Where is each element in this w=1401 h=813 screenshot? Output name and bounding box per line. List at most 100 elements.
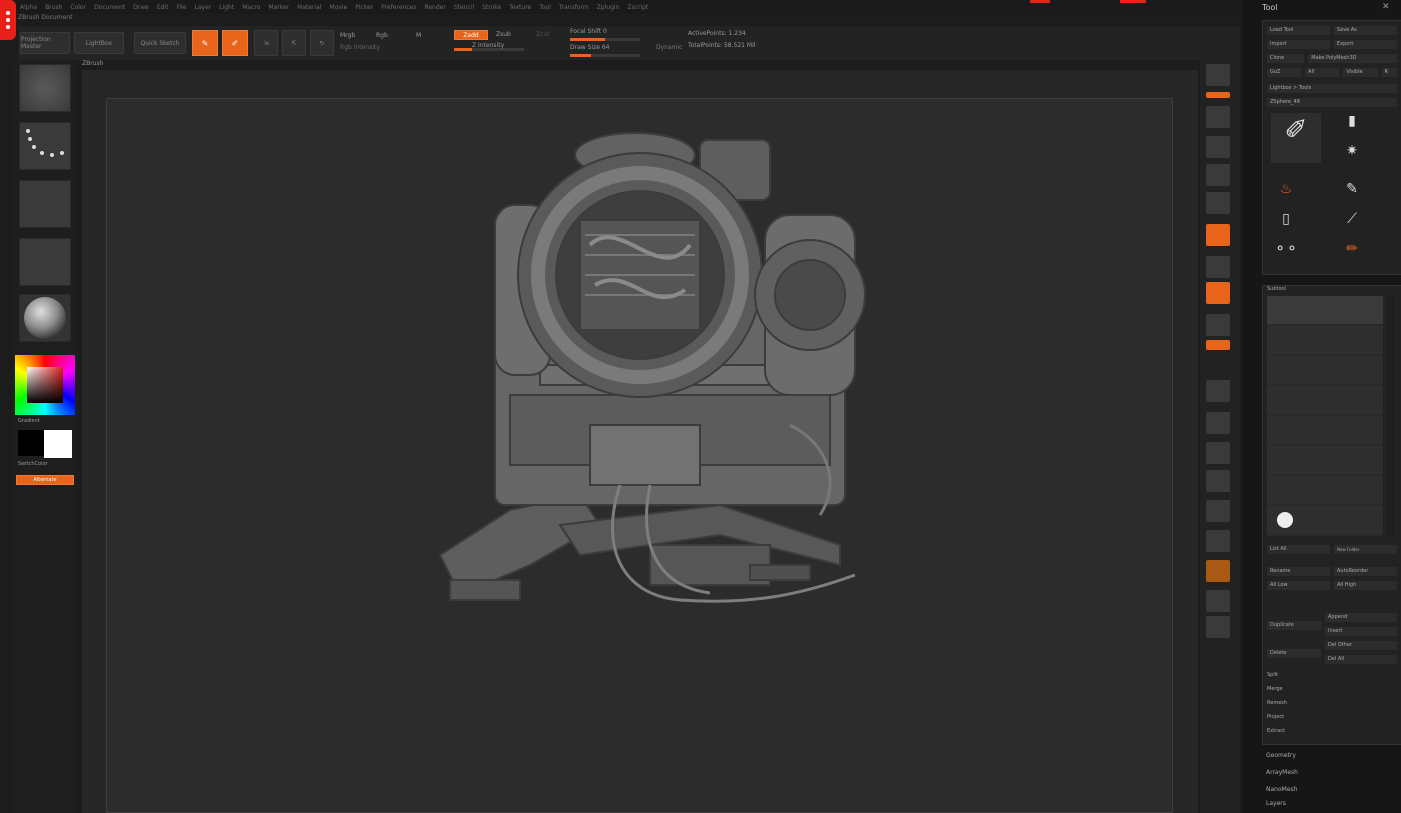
- scale-icon[interactable]: [1206, 442, 1230, 464]
- lsym-icon[interactable]: [1206, 314, 1230, 336]
- visible-button[interactable]: Visible: [1343, 67, 1378, 77]
- goz-button[interactable]: GoZ: [1267, 67, 1302, 77]
- tool-tile-spheres[interactable]: ⚬⚬: [1271, 241, 1301, 267]
- mrgb-toggle[interactable]: Mrgb: [340, 32, 355, 39]
- subtool-scrollbar[interactable]: [1387, 296, 1395, 536]
- alpha-thumbnail[interactable]: [19, 180, 71, 228]
- ghost-icon[interactable]: [1206, 590, 1230, 612]
- secondary-color-swatch[interactable]: [18, 430, 44, 456]
- menu-movie[interactable]: Movie: [330, 4, 348, 11]
- rotate-icon[interactable]: [1206, 470, 1230, 492]
- texture-thumbnail[interactable]: [19, 238, 71, 286]
- color-picker[interactable]: [15, 355, 75, 415]
- nanomesh-section[interactable]: NanoMesh: [1266, 786, 1297, 793]
- zadd-toggle[interactable]: Zadd: [454, 30, 488, 40]
- menu-material[interactable]: Material: [297, 4, 321, 11]
- actual-icon[interactable]: [1206, 164, 1230, 186]
- subtool-item[interactable]: [1267, 296, 1383, 324]
- subtool-item[interactable]: [1267, 446, 1383, 474]
- subtool-item[interactable]: [1267, 356, 1383, 384]
- canvas-tab[interactable]: ZBrush: [82, 60, 103, 67]
- menu-texture[interactable]: Texture: [509, 4, 531, 11]
- m-toggle[interactable]: M: [416, 32, 421, 39]
- menu-zscript[interactable]: Zscript: [627, 4, 648, 11]
- save-as-button[interactable]: Save As: [1334, 25, 1397, 35]
- rotate-button[interactable]: ↻: [310, 30, 334, 56]
- menu-document[interactable]: Document: [94, 4, 125, 11]
- tool-tile-star[interactable]: ✷: [1337, 143, 1367, 169]
- del-all-button[interactable]: Del All: [1325, 654, 1397, 664]
- menu-file[interactable]: File: [176, 4, 186, 11]
- rename-button[interactable]: Rename: [1267, 566, 1330, 576]
- local-icon[interactable]: [1206, 282, 1230, 304]
- project-label[interactable]: Project: [1267, 714, 1284, 720]
- tool-tile-cylinder[interactable]: ▮: [1337, 113, 1367, 139]
- menu-zplugin[interactable]: Zplugin: [597, 4, 620, 11]
- alternate-button[interactable]: Alternate: [16, 475, 74, 485]
- menu-alpha[interactable]: Alpha: [20, 4, 37, 11]
- subtool-item[interactable]: [1267, 326, 1383, 354]
- aahalf-icon[interactable]: [1206, 192, 1230, 214]
- subtool-item[interactable]: [1267, 476, 1383, 504]
- new-folder-button[interactable]: New Folder: [1334, 544, 1397, 554]
- color-square[interactable]: [27, 367, 63, 403]
- menu-draw[interactable]: Draw: [133, 4, 149, 11]
- move-button[interactable]: ⇲: [254, 30, 278, 56]
- r-button[interactable]: R: [1381, 67, 1397, 77]
- geometry-section[interactable]: Geometry: [1266, 752, 1296, 759]
- stroke-thumbnail[interactable]: [19, 122, 71, 170]
- layers-section[interactable]: Layers: [1266, 800, 1286, 807]
- transp-icon[interactable]: [1206, 560, 1230, 582]
- xyz-icon[interactable]: [1206, 340, 1230, 350]
- tool-tile-capsule[interactable]: ▯: [1271, 211, 1301, 237]
- mech-model-render[interactable]: [420, 125, 870, 620]
- menu-layer[interactable]: Layer: [195, 4, 212, 11]
- menu-stencil[interactable]: Stencil: [454, 4, 474, 11]
- merge-label[interactable]: Merge: [1267, 686, 1283, 692]
- draw-size-slider[interactable]: [570, 54, 640, 57]
- tool-tile-knife[interactable]: ⟋: [1337, 211, 1367, 237]
- menu-stroke[interactable]: Stroke: [482, 4, 501, 11]
- clone-button[interactable]: Clone: [1267, 53, 1305, 63]
- menu-edit[interactable]: Edit: [157, 4, 169, 11]
- menu-transform[interactable]: Transform: [559, 4, 589, 11]
- subtool-list[interactable]: [1267, 296, 1383, 536]
- scroll-icon[interactable]: [1206, 106, 1230, 128]
- zcut-toggle[interactable]: Zcut: [536, 31, 550, 38]
- menu-marker[interactable]: Marker: [268, 4, 289, 11]
- subtool-item[interactable]: [1267, 386, 1383, 414]
- zoom-icon[interactable]: [1206, 136, 1230, 158]
- all-button[interactable]: All: [1305, 67, 1340, 77]
- subtool-item[interactable]: [1267, 416, 1383, 444]
- insert-button[interactable]: Insert: [1325, 626, 1397, 636]
- lightbox-button[interactable]: LightBox: [74, 32, 124, 54]
- draw-button[interactable]: ✐: [222, 30, 248, 56]
- close-icon[interactable]: ✕: [1382, 2, 1390, 12]
- gradient-label[interactable]: Gradient: [18, 418, 40, 424]
- tool-tile-brush[interactable]: ✎: [1337, 181, 1367, 207]
- menu-render[interactable]: Render: [424, 4, 445, 11]
- persp-icon[interactable]: [1206, 224, 1230, 246]
- solo-icon[interactable]: [1206, 616, 1230, 638]
- split-label[interactable]: Split: [1267, 672, 1278, 678]
- all-low-button[interactable]: All Low: [1267, 580, 1330, 590]
- bpr-icon[interactable]: [1206, 64, 1230, 86]
- export-button[interactable]: Export: [1334, 39, 1397, 49]
- arraymesh-section[interactable]: ArrayMesh: [1266, 769, 1298, 776]
- frame-icon[interactable]: [1206, 380, 1230, 402]
- spix-icon[interactable]: [1206, 92, 1230, 98]
- linefill-icon[interactable]: [1206, 500, 1230, 522]
- remesh-label[interactable]: Remesh: [1267, 700, 1287, 706]
- menu-tool[interactable]: Tool: [539, 4, 551, 11]
- scale-button[interactable]: ⇱: [282, 30, 306, 56]
- all-high-button[interactable]: All High: [1334, 580, 1397, 590]
- make-polymesh-button[interactable]: Make PolyMesh3D: [1308, 53, 1397, 63]
- material-thumbnail[interactable]: [19, 294, 71, 342]
- menu-picker[interactable]: Picker: [355, 4, 373, 11]
- polyf-icon[interactable]: [1206, 530, 1230, 552]
- dynamic-toggle[interactable]: Dynamic: [656, 44, 682, 51]
- switch-color-label[interactable]: SwitchColor: [18, 461, 48, 467]
- menu-brush[interactable]: Brush: [45, 4, 62, 11]
- list-all-button[interactable]: List All: [1267, 544, 1330, 554]
- rgb-toggle[interactable]: Rgb: [376, 32, 388, 39]
